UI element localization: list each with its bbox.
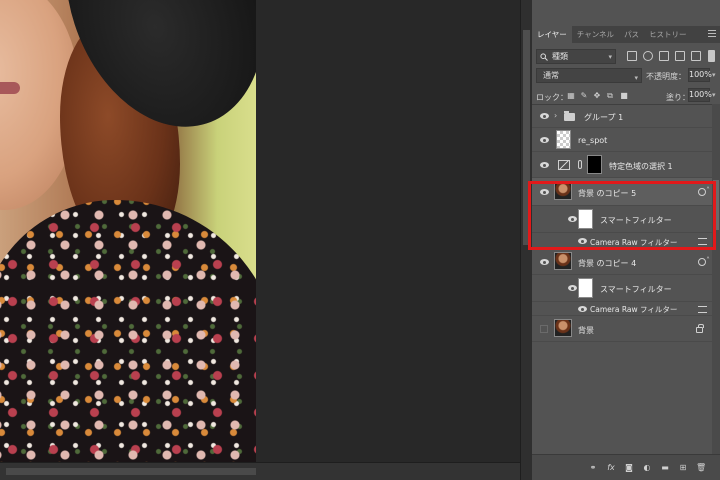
- lock-transparent-pixels-icon[interactable]: ▦: [567, 92, 575, 100]
- layer-thumbnail: [556, 130, 571, 149]
- visibility-eye-icon[interactable]: [578, 306, 587, 312]
- filter-toggle-switch[interactable]: [708, 50, 715, 62]
- visibility-toggle-empty[interactable]: [540, 325, 548, 333]
- lock-position-icon[interactable]: ✥: [593, 92, 601, 100]
- new-group-folder-icon[interactable]: ▬: [660, 463, 670, 472]
- blend-mode-value: 通常: [543, 71, 559, 80]
- search-icon: [540, 52, 548, 61]
- layer-row-re-spot[interactable]: re_spot: [532, 128, 712, 152]
- photo-floral-dress: [0, 200, 256, 462]
- add-mask-icon[interactable]: ◙: [624, 463, 634, 472]
- canvas-hscroll-thumb[interactable]: [6, 468, 256, 475]
- photo-lips: [0, 82, 20, 94]
- tab-channels[interactable]: チャンネル: [572, 26, 619, 43]
- layers-panel-bottom-bar: ⚭ fx ◙ ◐ ▬ ⊞ 🗑: [532, 454, 720, 480]
- visibility-eye-icon[interactable]: [568, 285, 577, 291]
- filter-row-camera-raw[interactable]: Camera Raw フィルター: [532, 302, 712, 316]
- red-highlight-box: [528, 181, 716, 250]
- fill-label: 塗り：: [666, 93, 690, 102]
- new-adjustment-layer-icon[interactable]: ◐: [642, 463, 652, 472]
- filter-blending-options-icon[interactable]: [698, 306, 707, 313]
- layer-filter-kind-select[interactable]: 種類 ▾: [536, 49, 616, 64]
- layer-mask-thumbnail[interactable]: [587, 155, 602, 174]
- link-chain-icon[interactable]: [578, 160, 582, 169]
- layer-name: re_spot: [578, 136, 608, 145]
- new-layer-icon[interactable]: ⊞: [678, 463, 688, 472]
- tab-paths[interactable]: パス: [619, 26, 644, 43]
- filter-adjustment-icon[interactable]: [643, 51, 653, 61]
- portrait-photo[interactable]: [0, 0, 256, 462]
- canvas-horizontal-scrollbar[interactable]: [0, 462, 520, 480]
- opacity-label: 不透明度：: [646, 72, 686, 81]
- layer-style-fx-icon[interactable]: fx: [606, 463, 616, 472]
- filter-type-icon[interactable]: [659, 51, 669, 61]
- chevron-down-icon: ▾: [608, 53, 612, 61]
- panel-tab-bar: レイヤー チャンネル パス ヒストリー: [532, 26, 720, 43]
- visibility-eye-icon[interactable]: [540, 162, 549, 168]
- opacity-input[interactable]: 100%: [688, 68, 712, 82]
- layer-name: グループ 1: [584, 113, 624, 122]
- layer-name: 特定色域の選択 1: [609, 162, 673, 171]
- chevron-down-icon: ▾: [634, 74, 638, 82]
- layer-row-group-1[interactable]: › グループ 1: [532, 105, 712, 128]
- lock-all-icon[interactable]: ■: [620, 92, 628, 100]
- smart-filters-row[interactable]: スマートフィルター: [532, 275, 712, 302]
- layer-name: 背景 のコピー 4: [578, 259, 637, 268]
- visibility-eye-icon[interactable]: [540, 137, 549, 143]
- link-layers-icon[interactable]: ⚭: [588, 463, 598, 472]
- layer-row-selective-color[interactable]: 特定色域の選択 1: [532, 152, 712, 178]
- fill-chevron-icon[interactable]: ▾: [712, 91, 716, 99]
- chevron-up-icon[interactable]: ˄: [706, 256, 710, 265]
- lock-icon: [696, 324, 704, 333]
- layer-name: スマートフィルター: [600, 285, 672, 294]
- filter-kind-value: 種類: [552, 52, 568, 61]
- lock-label: ロック：: [536, 93, 568, 102]
- lock-artboard-icon[interactable]: ⧉: [606, 92, 614, 100]
- filter-pixel-icon[interactable]: [627, 51, 637, 61]
- filter-shape-icon[interactable]: [675, 51, 685, 61]
- lock-image-pixels-icon[interactable]: ✎: [580, 92, 588, 100]
- layers-list: › グループ 1 re_spot 特定色域の選択 1 背景 のコピー 5 ˄ ス…: [532, 104, 720, 454]
- fill-input[interactable]: 100%: [688, 88, 712, 102]
- chevron-right-icon[interactable]: ›: [554, 111, 557, 120]
- folder-icon: [564, 111, 575, 121]
- filter-smart-object-icon[interactable]: [691, 51, 701, 61]
- tab-history[interactable]: ヒストリー: [644, 26, 692, 43]
- tab-layers[interactable]: レイヤー: [532, 26, 572, 43]
- visibility-eye-icon[interactable]: [540, 259, 549, 265]
- smart-filter-mask-thumbnail[interactable]: [578, 278, 593, 298]
- trash-icon[interactable]: 🗑: [696, 463, 706, 472]
- layer-name: 背景: [578, 326, 594, 335]
- document-canvas[interactable]: [0, 0, 520, 480]
- layer-row-background[interactable]: 背景: [532, 316, 712, 342]
- smart-object-icon: [698, 258, 706, 266]
- layer-name: Camera Raw フィルター: [590, 305, 678, 314]
- adjustment-layer-icon: [558, 160, 570, 170]
- layer-thumbnail: [554, 319, 572, 337]
- panel-menu-icon[interactable]: [708, 30, 716, 37]
- visibility-eye-icon[interactable]: [540, 113, 549, 119]
- opacity-chevron-icon[interactable]: ▾: [712, 71, 716, 79]
- panel-vertical-scrollbar[interactable]: [712, 104, 720, 454]
- blend-mode-select[interactable]: 通常 ▾: [536, 68, 642, 83]
- layer-thumbnail: [554, 252, 572, 270]
- layer-row-bg-copy-4[interactable]: 背景 のコピー 4 ˄: [532, 249, 712, 275]
